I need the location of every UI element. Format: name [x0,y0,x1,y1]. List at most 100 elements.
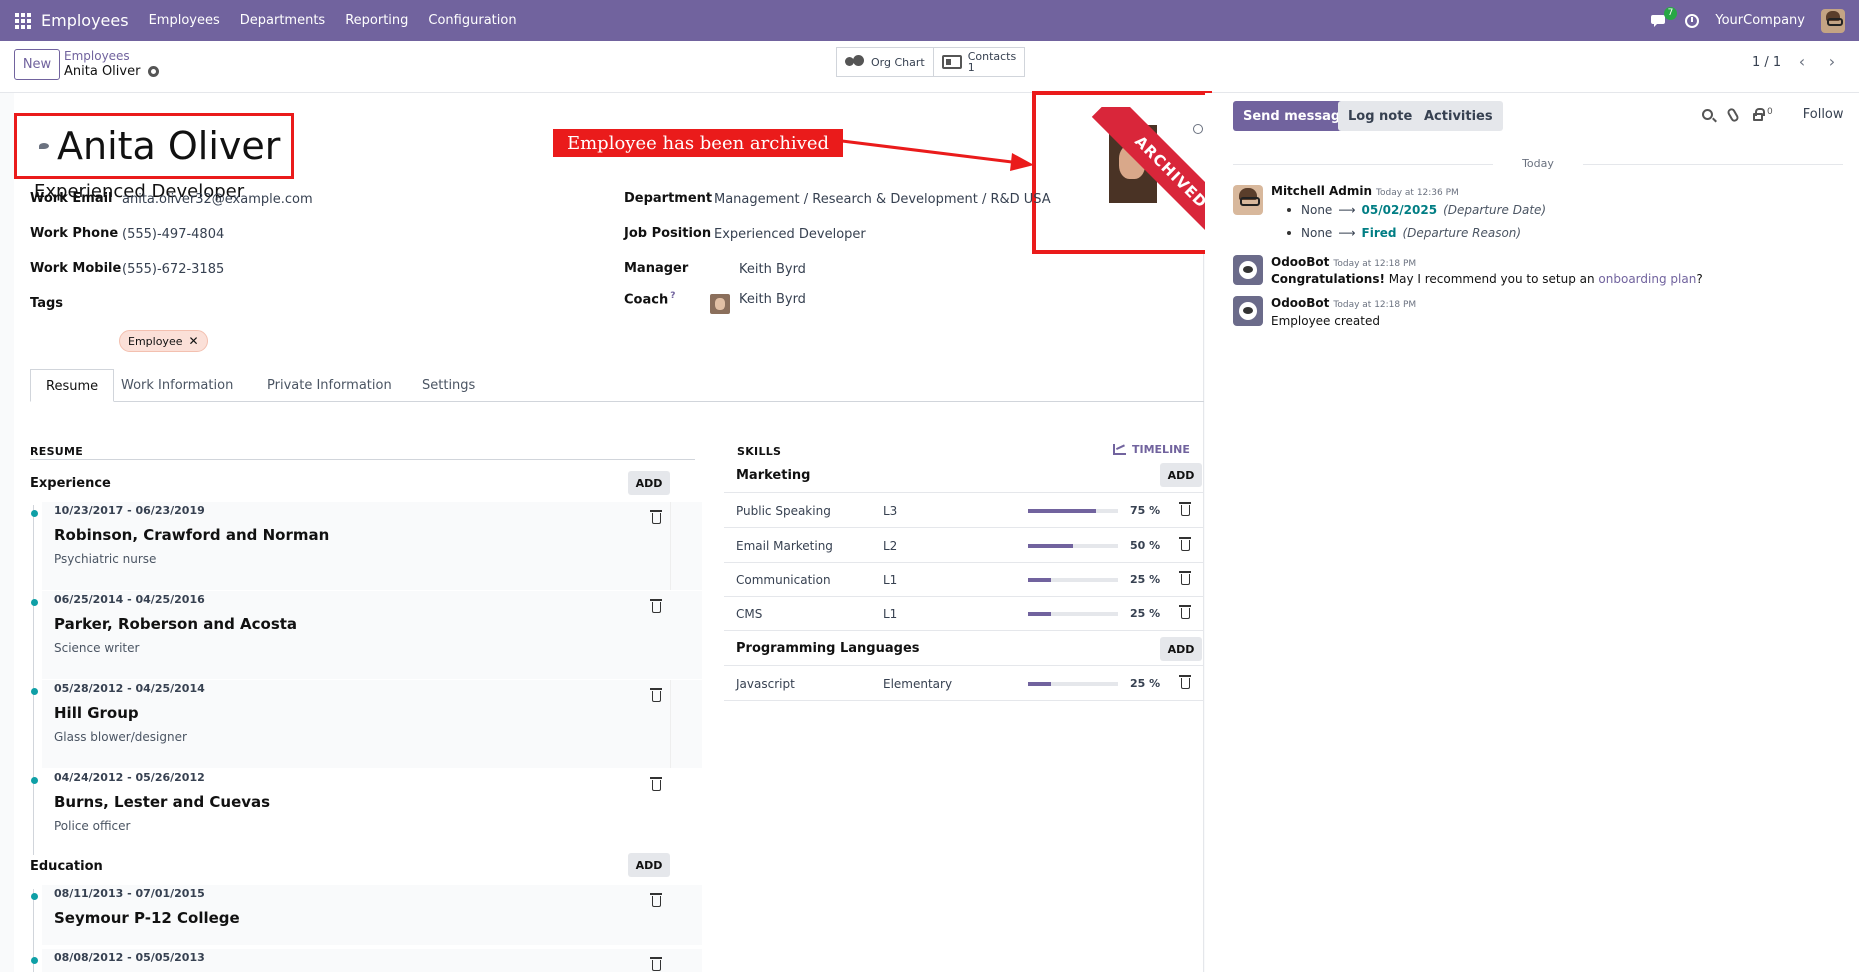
tag-employee[interactable]: Employee ✕ [119,330,208,352]
gear-icon[interactable] [148,66,160,77]
employee-photo-highlight: ARCHIVED [1032,91,1212,254]
followers-icon[interactable] [1753,108,1765,121]
date-separator-label: Today [1522,157,1554,170]
employee-name-highlight: Anita Oliver [14,113,294,179]
avatar[interactable] [1233,185,1263,215]
breadcrumb-parent[interactable]: Employees [64,49,130,63]
app-name[interactable]: Employees [41,11,129,30]
chatter-panel: Send message Log note Activities 0 Follo… [1205,93,1859,972]
contacts-text: Contacts 1 [968,51,1017,73]
coach-field[interactable]: Keith Byrd [739,292,806,307]
menu-departments[interactable]: Departments [240,13,325,28]
chevron-right-icon[interactable]: › [1822,51,1842,71]
trash-icon[interactable] [650,510,662,524]
work-email-field[interactable]: anita.oliver32@example.com [122,192,313,207]
trash-icon[interactable] [1179,502,1191,516]
paperclip-icon[interactable] [1726,106,1740,123]
search-icon[interactable] [1702,109,1713,120]
employee-name[interactable]: Anita Oliver [57,124,280,168]
activity-clock-icon[interactable] [1685,13,1700,28]
manager-field[interactable]: Keith Byrd [739,262,806,277]
tab-private-information[interactable]: Private Information [252,369,407,402]
skill-name: Communication [736,573,831,587]
log-note-button[interactable]: Log note [1338,101,1423,131]
resume-line-item[interactable]: 08/08/2012 - 05/05/2013 [31,949,702,972]
message-author-name[interactable]: OdooBot [1271,255,1329,269]
trash-icon[interactable] [1179,675,1191,689]
close-icon[interactable]: ✕ [188,334,198,348]
onboarding-plan-link[interactable]: onboarding plan [1598,272,1696,286]
skill-row[interactable]: Javascript Elementary 25 % [724,667,1204,701]
skill-row[interactable]: Communication L1 25 % [724,563,1204,597]
trash-icon[interactable] [650,688,662,702]
add-skill-button[interactable]: ADD [1160,463,1202,487]
follow-button[interactable]: Follow [1803,107,1844,122]
trash-icon[interactable] [650,893,662,907]
resume-company: Hill Group [54,704,139,722]
add-education-button[interactable]: ADD [628,853,670,877]
trash-icon[interactable] [650,777,662,791]
trash-icon[interactable] [650,957,662,971]
photo-edit-icon[interactable] [1193,124,1203,134]
department-field[interactable]: Management / Research & Development / R&… [714,192,1051,207]
employee-form-sheet: Anita Oliver Experienced Developer Emplo… [14,91,1212,972]
skill-row[interactable]: CMS L1 25 % [724,597,1204,631]
top-navbar: Employees Employees Departments Reportin… [0,0,1859,41]
tab-settings[interactable]: Settings [407,369,490,402]
resume-line-item[interactable]: 05/28/2012 - 04/25/2014 Hill Group Glass… [31,680,702,768]
resume-title: RESUME [30,445,84,458]
skill-percent: 75 % [1130,504,1161,517]
tab-resume[interactable]: Resume [30,369,115,402]
add-skill-button[interactable]: ADD [1160,637,1202,661]
resume-line-item[interactable]: 08/11/2013 - 07/01/2015 Seymour P-12 Col… [31,885,702,945]
annotation-arrow [841,139,1034,171]
bullet [1287,208,1291,212]
chevron-left-icon[interactable]: ‹ [1792,51,1812,71]
timeline-dot [31,777,38,784]
messaging-button[interactable]: 7 [1651,6,1678,29]
message-author-name[interactable]: Mitchell Admin [1271,184,1372,198]
contacts-button[interactable]: Contacts 1 [933,47,1026,77]
user-avatar[interactable] [1821,8,1845,33]
avatar[interactable] [1233,255,1263,285]
message-time: Today at 12:36 PM [1376,188,1459,198]
company-switcher[interactable]: YourCompany [1715,13,1805,28]
control-panel: New Employees Anita Oliver Org Chart Con… [0,41,1859,93]
contacts-count: 1 [967,61,975,74]
timeline-dot [31,688,38,695]
resume-company: Parker, Roberson and Acosta [54,615,298,633]
resume-dates: 08/11/2013 - 07/01/2015 [54,887,205,900]
trash-icon[interactable] [1179,537,1191,551]
work-phone-field[interactable]: (555)-497-4804 [122,227,224,242]
trash-icon[interactable] [1179,605,1191,619]
resume-line-item[interactable]: 06/25/2014 - 04/25/2016 Parker, Roberson… [31,591,702,679]
menu-employees[interactable]: Employees [149,13,220,28]
activities-button[interactable]: Activities [1414,101,1503,131]
add-experience-button[interactable]: ADD [628,471,670,495]
job-position-field[interactable]: Experienced Developer [714,227,866,242]
coach-label-text: Coach [624,292,669,308]
pager-value[interactable]: 1 / 1 [1752,55,1781,70]
experience-timeline [33,505,34,855]
skill-row[interactable]: Public Speaking L3 75 % [724,494,1204,528]
skill-progress-fill [1028,578,1051,582]
trash-icon[interactable] [650,599,662,613]
tags-label: Tags [30,296,64,311]
org-chart-button[interactable]: Org Chart [836,47,934,77]
menu-reporting[interactable]: Reporting [345,13,408,28]
resume-line-item[interactable]: 04/24/2012 - 05/26/2012 Burns, Lester an… [31,769,702,857]
new-button[interactable]: New [14,49,60,80]
skill-percent: 50 % [1130,539,1161,552]
skill-progress-fill [1028,682,1051,686]
skills-timeline-button[interactable]: TIMELINE [1113,443,1190,456]
menu-configuration[interactable]: Configuration [428,13,516,28]
help-icon[interactable]: ? [670,291,675,301]
apps-menu-icon[interactable] [15,12,31,29]
work-mobile-field[interactable]: (555)-672-3185 [122,262,224,277]
resume-line-item[interactable]: 10/23/2017 - 06/23/2019 Robinson, Crawfo… [31,502,702,590]
message-author-name[interactable]: OdooBot [1271,296,1329,310]
avatar[interactable] [1233,296,1263,326]
skill-row[interactable]: Email Marketing L2 50 % [724,529,1204,563]
tab-work-information[interactable]: Work Information [106,369,248,402]
trash-icon[interactable] [1179,571,1191,585]
